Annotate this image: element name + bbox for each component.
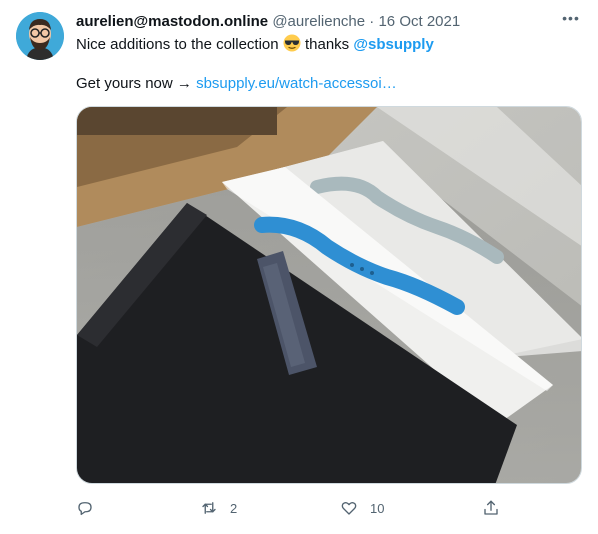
text-segment: thanks (304, 36, 350, 53)
tweet-photo[interactable] (76, 106, 582, 484)
share-button[interactable] (482, 498, 500, 518)
reply-button[interactable] (76, 498, 94, 518)
user-handle[interactable]: @aurelienche (272, 13, 365, 30)
url-link[interactable]: sbsupply.eu/watch-accessoi… (196, 75, 397, 92)
separator-dot: · (369, 13, 375, 30)
text-gap (76, 54, 582, 74)
tweet-header: aurelien@mastodon.online @aurelienche · … (76, 12, 582, 32)
action-bar: 2 10 (76, 498, 498, 518)
text-segment: Nice additions to the collection (76, 36, 279, 53)
like-icon (341, 501, 357, 515)
photo-illustration (77, 107, 581, 483)
retweet-button[interactable]: 2 (200, 498, 237, 518)
retweet-count: 2 (230, 500, 238, 516)
retweet-icon (202, 502, 216, 514)
tweet-text: Nice additions to the collection thanks … (76, 34, 582, 94)
tweet-date[interactable]: 16 Oct 2021 (378, 13, 460, 30)
tweet-text-line-2: Get yours now → sbsupply.eu/watch-access… (76, 74, 582, 94)
reply-icon (78, 502, 92, 516)
display-name[interactable]: aurelien@mastodon.online (76, 13, 268, 30)
like-button[interactable]: 10 (340, 498, 384, 518)
tweet-text-line-1: Nice additions to the collection thanks … (76, 34, 582, 54)
like-count: 10 (370, 500, 385, 516)
avatar[interactable] (16, 12, 64, 60)
mention-link[interactable]: @sbsupply (353, 36, 433, 53)
sunglasses-emoji (283, 34, 301, 52)
more-icon[interactable]: ••• (560, 11, 582, 31)
text-segment: Get yours now → (76, 75, 192, 92)
share-icon (484, 500, 498, 515)
